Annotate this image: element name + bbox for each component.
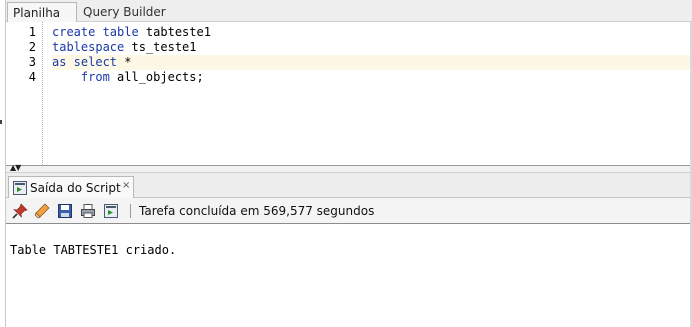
sql-keyword: from	[52, 70, 110, 84]
save-icon[interactable]	[57, 203, 73, 219]
export-icon[interactable]	[103, 203, 119, 219]
sql-editor[interactable]: 1 2 3 4 create table tabteste1 tablespace…	[6, 22, 692, 165]
edge-mark	[0, 120, 2, 124]
eraser-icon[interactable]	[34, 203, 50, 219]
panel-splitter[interactable]: ▲▼	[6, 164, 692, 173]
script-output-area[interactable]: Table TABTESTE1 criado.	[6, 225, 692, 327]
sql-text: tabteste1	[138, 25, 211, 39]
pin-icon[interactable]	[12, 203, 28, 219]
tab-planilha[interactable]: Planilha	[7, 2, 77, 22]
toolbar-separator	[130, 204, 131, 218]
sql-text: ts_teste1	[124, 40, 197, 54]
output-message: Table TABTESTE1 criado.	[10, 243, 177, 257]
sql-keyword: tablespace	[52, 40, 125, 54]
line-number: 1	[28, 25, 36, 39]
code-line[interactable]: tablespace ts_teste1	[52, 40, 692, 55]
close-icon[interactable]: ×	[122, 180, 130, 191]
line-number: 3	[28, 55, 36, 69]
editor-tab-bar: Planilha Query Builder	[6, 0, 692, 22]
line-number-gutter: 1 2 3 4	[6, 22, 50, 165]
task-status-text: Tarefa concluída em 569,577 segundos	[139, 204, 375, 218]
sql-text: all_objects;	[109, 70, 204, 84]
sql-keyword: create table	[52, 25, 139, 39]
code-line[interactable]: from all_objects;	[52, 70, 692, 85]
tab-script-output[interactable]: Saída do Script ×	[8, 176, 134, 198]
line-number: 4	[28, 70, 36, 84]
tab-query-builder-label: Query Builder	[83, 5, 166, 19]
tab-script-output-label: Saída do Script	[30, 181, 121, 195]
print-icon[interactable]	[80, 203, 96, 219]
output-toolbar: Tarefa concluída em 569,577 segundos	[6, 198, 692, 224]
sql-text: *	[117, 55, 132, 69]
gutter-divider	[42, 22, 43, 165]
code-line[interactable]: as select *	[52, 55, 692, 70]
script-output-icon	[13, 181, 27, 195]
output-tab-bar: Saída do Script ×	[6, 173, 692, 198]
tab-planilha-label: Planilha	[13, 6, 61, 20]
tab-query-builder[interactable]: Query Builder	[78, 2, 172, 22]
line-number: 2	[28, 40, 36, 54]
sql-keyword: as select	[52, 55, 118, 69]
splitter-arrows-icon[interactable]: ▲▼	[10, 164, 21, 172]
code-line[interactable]: create table tabteste1	[52, 25, 692, 40]
